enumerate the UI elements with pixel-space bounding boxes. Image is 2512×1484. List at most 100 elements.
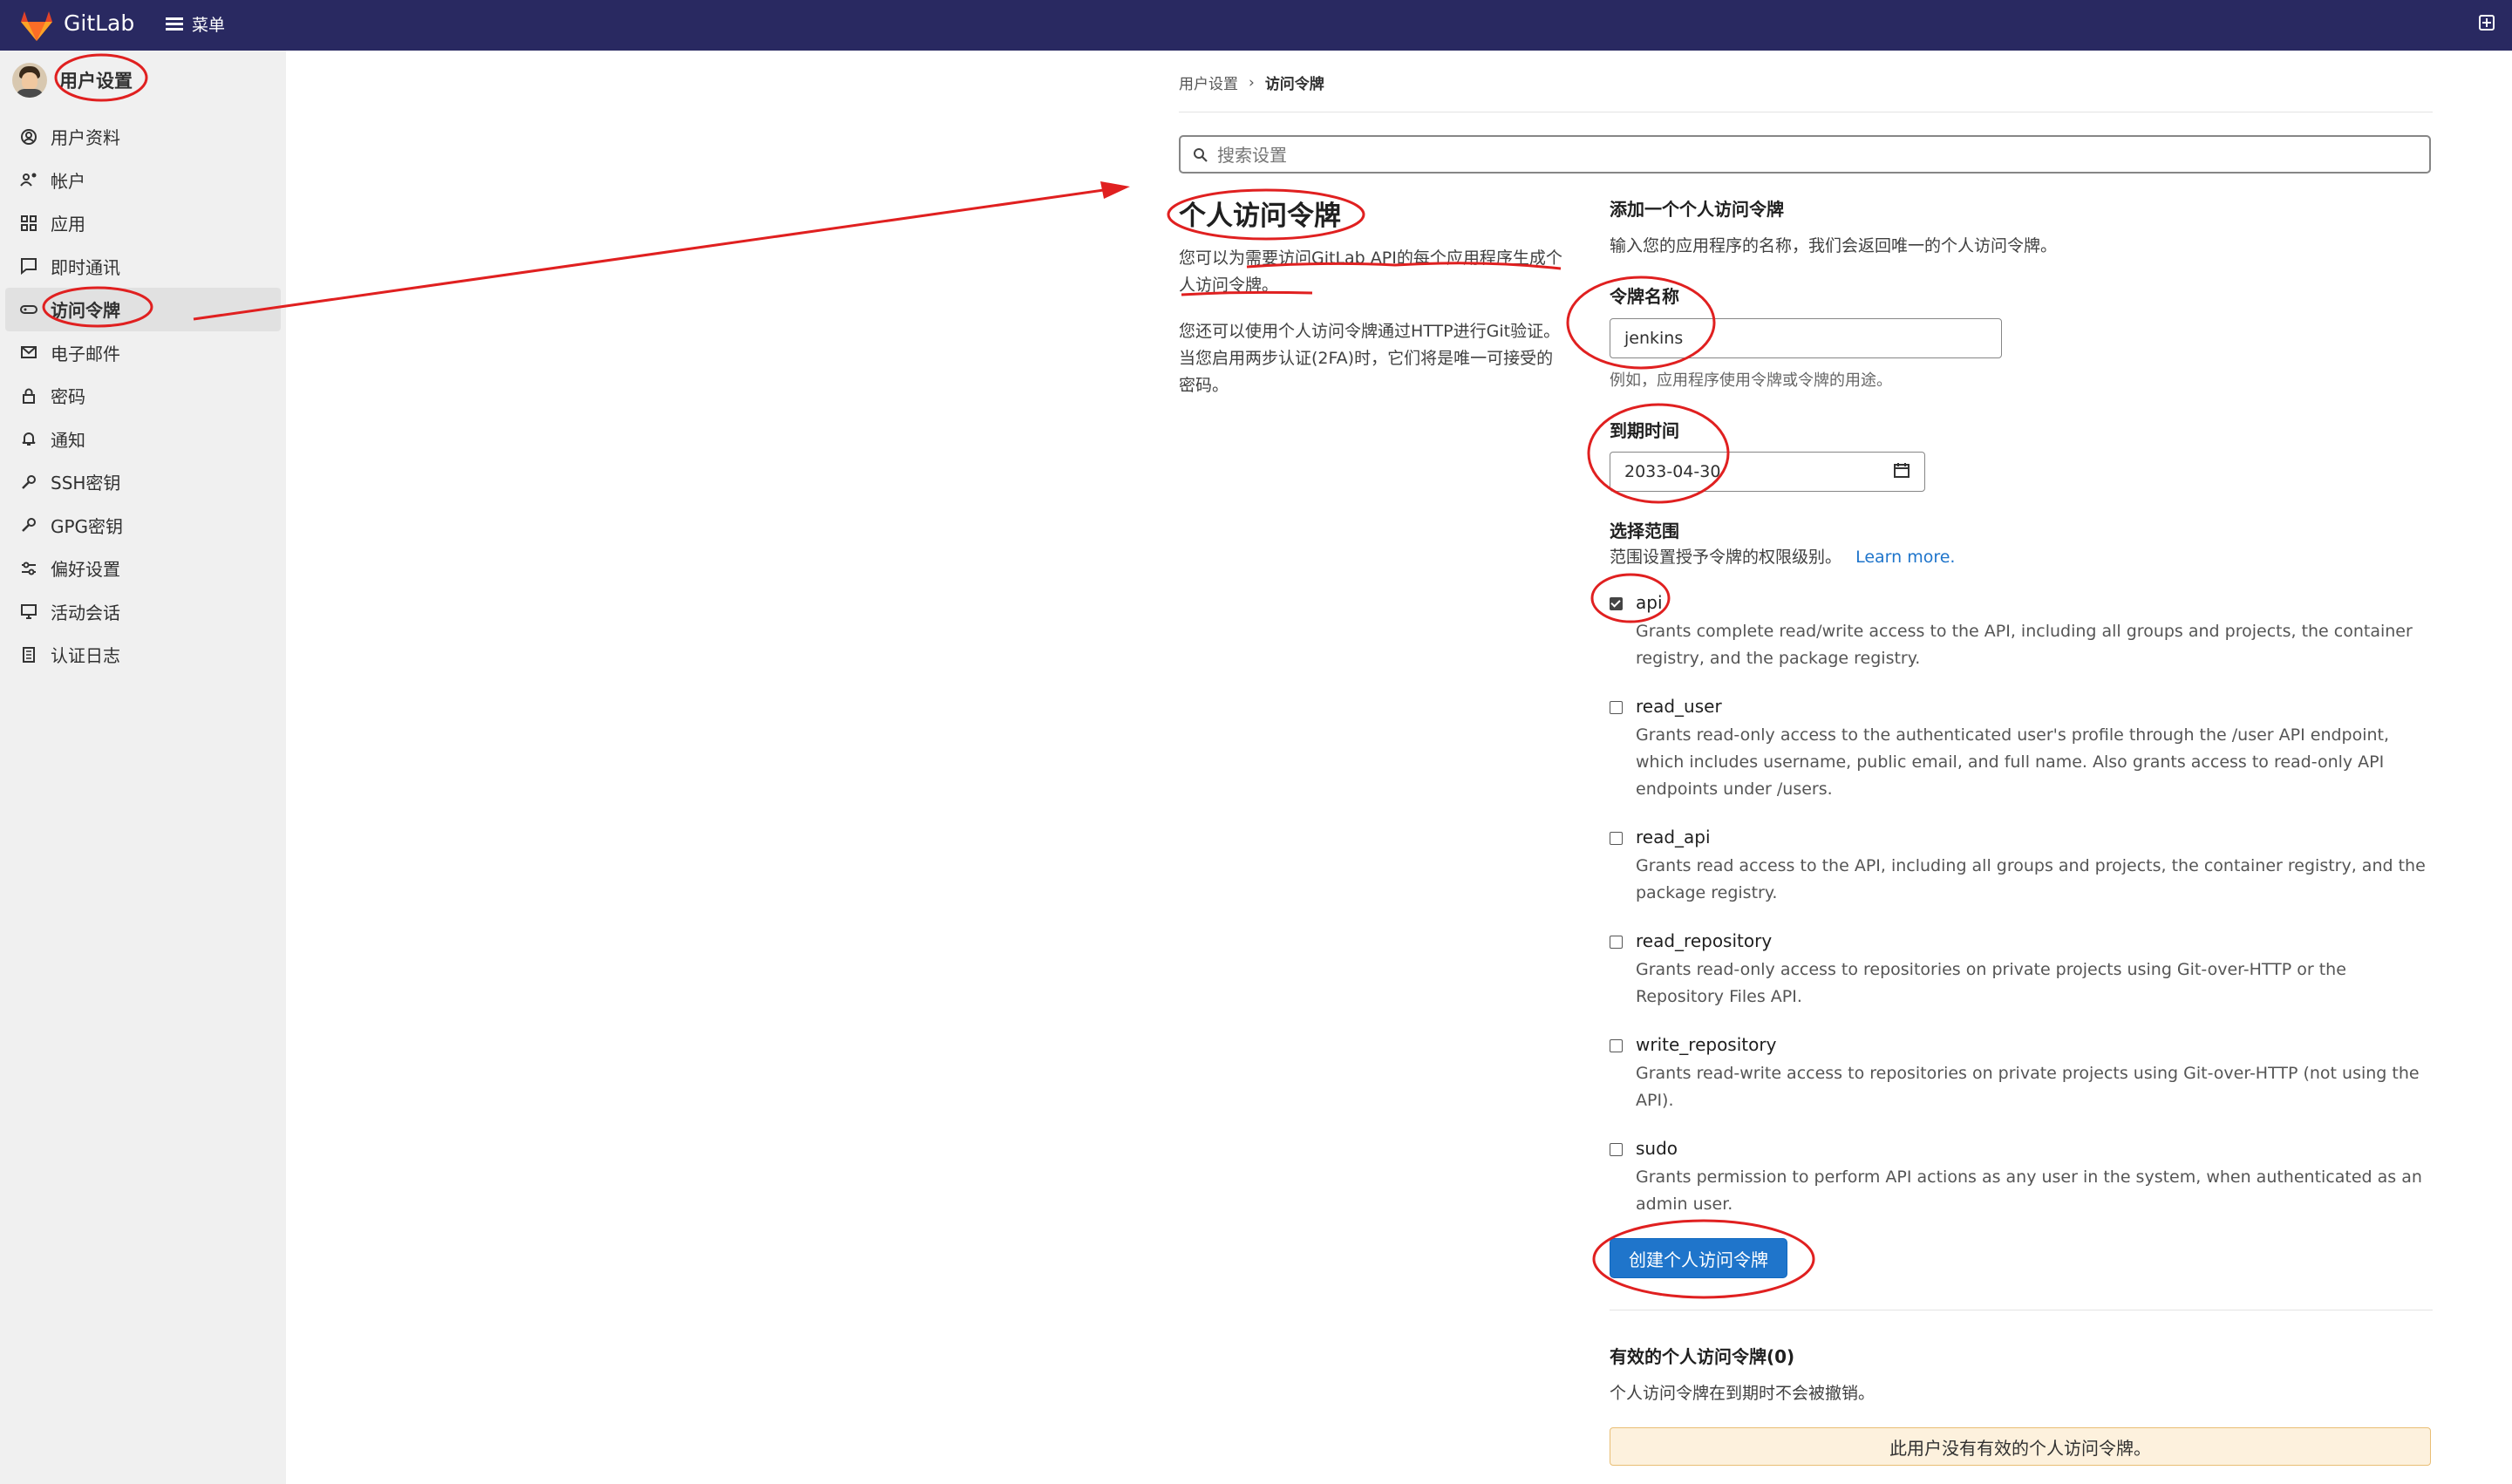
sidebar-item-auth-log[interactable]: 认证日志	[5, 633, 281, 677]
scope-description: Grants complete read/write access to the…	[1636, 622, 2413, 668]
sidebar-item-password[interactable]: 密码	[5, 374, 281, 418]
sidebar-header[interactable]: 用户设置	[12, 63, 133, 98]
create-token-button[interactable]: 创建个人访问令牌	[1610, 1238, 1787, 1278]
token-icon	[19, 300, 38, 319]
scope-description: Grants read-write access to repositories…	[1636, 1064, 2420, 1110]
sidebar-item-active-sessions[interactable]: 活动会话	[5, 590, 281, 634]
sidebar-item-access-tokens[interactable]: 访问令牌	[5, 288, 281, 331]
learn-more-link[interactable]: Learn more.	[1855, 548, 1955, 567]
sidebar-nav: 用户资料 帐户 应用 即时通讯 访问令牌 电子邮件 密码 通知 SSH密钥 GP…	[5, 115, 281, 677]
main-menu-label: 菜单	[192, 16, 226, 35]
scope-checkbox[interactable]	[1610, 832, 1623, 845]
key-icon	[19, 473, 38, 492]
sidebar-item-label: 偏好设置	[51, 559, 120, 581]
chat-icon	[19, 256, 38, 276]
sidebar-item-label: 访问令牌	[51, 300, 120, 322]
sidebar-item-applications[interactable]: 应用	[5, 201, 281, 245]
expiry-date-field[interactable]: 2033-04-30	[1610, 452, 1925, 492]
sidebar-item-label: 密码	[51, 386, 85, 408]
sidebar-item-label: 电子邮件	[51, 343, 120, 364]
scope-name: read_repository	[1636, 930, 1773, 951]
scope-name: read_api	[1636, 827, 1711, 848]
sidebar-item-label: 用户资料	[51, 127, 120, 149]
chevron-right-icon: ›	[1249, 73, 1255, 92]
breadcrumb: 用户设置 › 访问令牌	[1179, 71, 1324, 94]
scopes-label: 选择范围	[1610, 521, 1679, 541]
preferences-icon	[19, 559, 38, 578]
profile-icon	[19, 127, 38, 146]
key-icon	[19, 515, 38, 534]
email-icon	[19, 343, 38, 362]
hamburger-icon	[166, 17, 183, 31]
top-navbar: GitLab 菜单	[0, 0, 2512, 51]
intro-section: 个人访问令牌 您可以为需要访问GitLab API的每个应用程序生成个人访问令牌…	[1179, 194, 1562, 419]
search-input[interactable]	[1215, 142, 2352, 168]
sidebar-item-chat[interactable]: 即时通讯	[5, 245, 281, 289]
form-section-desc: 输入您的应用程序的名称，我们会返回唯一的个人访问令牌。	[1610, 236, 2058, 255]
sidebar-item-label: 活动会话	[51, 602, 120, 623]
token-name-hint: 例如，应用程序使用令牌或令牌的用途。	[1610, 371, 1892, 390]
token-name-label: 令牌名称	[1610, 286, 1679, 307]
gitlab-logo-icon[interactable]	[19, 10, 54, 44]
scope-description: Grants read-only access to repositories …	[1636, 960, 2346, 1006]
active-tokens-desc: 个人访问令牌在到期时不会被撤销。	[1610, 1384, 1875, 1403]
expiry-date-value: 2033-04-30	[1624, 462, 1721, 481]
sidebar-item-preferences[interactable]: 偏好设置	[5, 547, 281, 590]
scope-checkbox[interactable]	[1610, 936, 1623, 949]
scope-name: sudo	[1636, 1138, 1678, 1159]
form-section-title: 添加一个个人访问令牌	[1610, 199, 1784, 220]
scope-description: Grants read access to the API, including…	[1636, 856, 2426, 902]
sidebar-item-label: SSH密钥	[51, 473, 121, 494]
scopes-description: 范围设置授予令牌的权限级别。 Learn more.	[1610, 544, 1955, 568]
scope-checkbox[interactable]	[1610, 1039, 1623, 1052]
scope-description: Grants permission to perform API actions…	[1636, 1167, 2422, 1214]
sidebar-item-label: GPG密钥	[51, 515, 124, 537]
search-icon	[1193, 147, 1208, 167]
scope-checkbox[interactable]	[1610, 1143, 1623, 1156]
scope-name: read_user	[1636, 696, 1722, 717]
expiry-label: 到期时间	[1610, 420, 1679, 441]
active-tokens-title: 有效的个人访问令牌(0)	[1610, 1346, 1795, 1367]
page-title: 个人访问令牌	[1179, 201, 1341, 232]
settings-search[interactable]	[1179, 135, 2431, 174]
log-icon	[19, 645, 38, 664]
scope-description: Grants read-only access to the authentic…	[1636, 725, 2390, 799]
sidebar-item-profile[interactable]: 用户资料	[5, 115, 281, 159]
no-tokens-banner: 此用户没有有效的个人访问令牌。	[1610, 1427, 2431, 1466]
scopes-desc-text: 范围设置授予令牌的权限级别。	[1610, 548, 1842, 567]
sidebar-item-label: 帐户	[51, 170, 85, 192]
annotation-arrow-head	[1100, 181, 1130, 199]
main-menu-button[interactable]: 菜单	[166, 12, 225, 36]
account-icon	[19, 170, 38, 189]
sidebar-item-gpg-keys[interactable]: GPG密钥	[5, 504, 281, 548]
sidebar-item-notifications[interactable]: 通知	[5, 418, 281, 461]
monitor-icon	[19, 602, 38, 621]
sidebar-item-ssh-keys[interactable]: SSH密钥	[5, 460, 281, 504]
token-name-value: jenkins	[1624, 329, 1684, 348]
sidebar-title: 用户设置	[59, 71, 133, 92]
sidebar-item-label: 认证日志	[51, 645, 120, 667]
avatar	[12, 63, 47, 98]
sidebar-item-emails[interactable]: 电子邮件	[5, 331, 281, 375]
annotation-arrow-line	[193, 187, 1117, 321]
applications-icon	[19, 214, 38, 233]
bell-icon	[19, 429, 38, 448]
breadcrumb-current[interactable]: 访问令牌	[1265, 71, 1324, 93]
scope-name: api	[1636, 592, 1663, 613]
intro-description: 您可以为需要访问GitLab API的每个应用程序生成个人访问令牌。	[1179, 248, 1562, 295]
scope-checkbox[interactable]	[1610, 597, 1623, 610]
settings-sidebar: 用户设置 用户资料 帐户 应用 即时通讯 访问令牌 电子邮件 密码 通知 SSH…	[0, 51, 286, 1484]
new-item-plus-icon[interactable]	[2479, 15, 2495, 31]
calendar-icon[interactable]	[1893, 461, 1910, 483]
scope-name: write_repository	[1636, 1034, 1777, 1055]
breadcrumb-parent-link[interactable]: 用户设置	[1179, 71, 1238, 93]
sidebar-item-account[interactable]: 帐户	[5, 159, 281, 202]
sidebar-item-label: 应用	[51, 214, 85, 235]
intro-description-2fa: 您还可以使用个人访问令牌通过HTTP进行Git验证。 当您启用两步认证(2FA)…	[1179, 322, 1561, 395]
sidebar-item-label: 即时通讯	[51, 256, 120, 278]
brand-name[interactable]: GitLab	[64, 10, 134, 36]
lock-icon	[19, 386, 38, 405]
scope-checkbox[interactable]	[1610, 701, 1623, 714]
sidebar-item-label: 通知	[51, 429, 85, 451]
token-name-field[interactable]: jenkins	[1610, 318, 2002, 358]
